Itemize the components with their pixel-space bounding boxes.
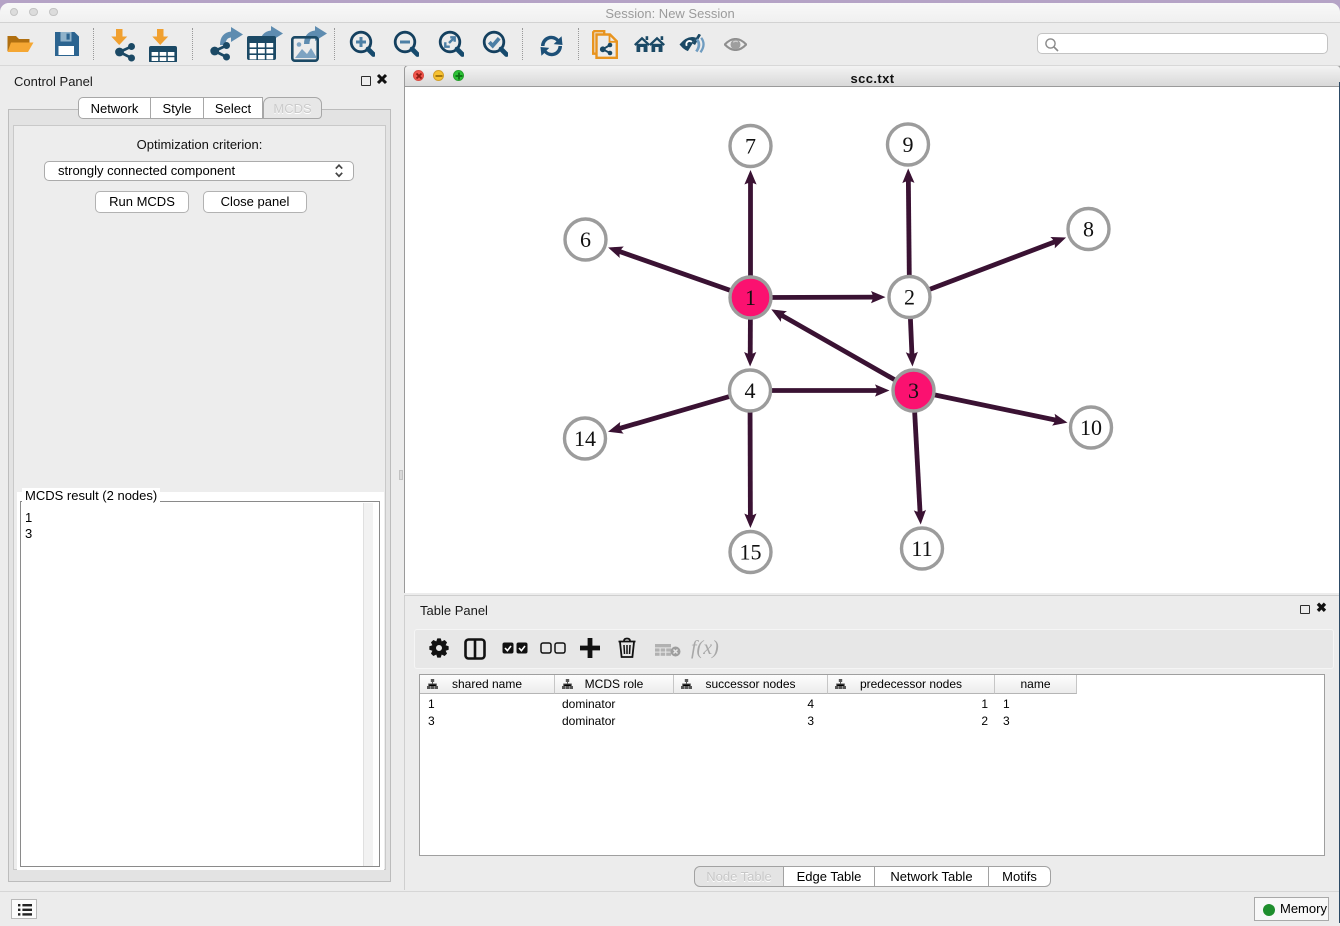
svg-text:3: 3: [908, 378, 919, 403]
svg-text:8: 8: [1083, 217, 1094, 242]
svg-text:6: 6: [580, 227, 591, 252]
svg-text:4: 4: [745, 378, 756, 403]
svg-text:11: 11: [911, 536, 932, 561]
svg-text:1: 1: [745, 285, 756, 310]
svg-text:15: 15: [740, 540, 762, 565]
svg-text:2: 2: [904, 285, 915, 310]
svg-text:10: 10: [1080, 415, 1102, 440]
svg-text:7: 7: [745, 134, 756, 159]
svg-text:14: 14: [574, 426, 596, 451]
svg-text:9: 9: [903, 132, 914, 157]
